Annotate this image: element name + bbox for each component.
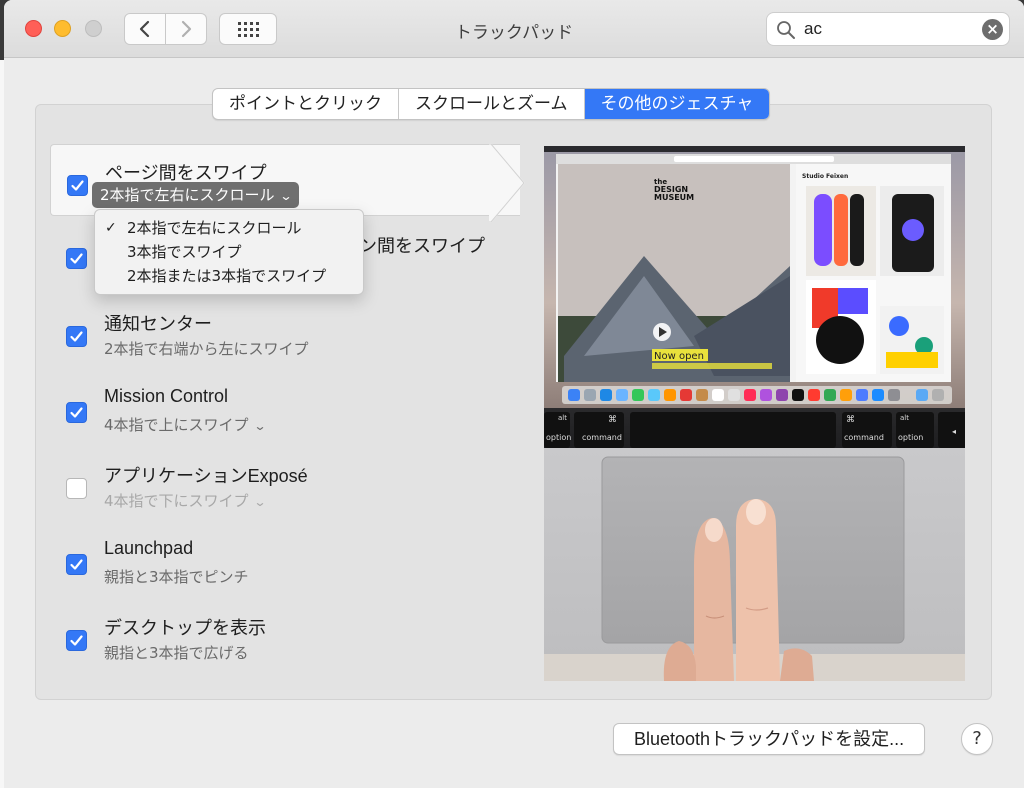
gesture-subtitle: 親指と3本指で広げる: [104, 644, 249, 662]
preview-illustration: Now open the DESIGN MUSEUM Studio Feixen: [544, 146, 965, 681]
checkbox-swipe-between-pages[interactable]: [67, 175, 88, 196]
checkbox-swipe-fullscreen-apps[interactable]: [66, 248, 87, 269]
checkmark-icon: [70, 407, 83, 418]
show-all-button[interactable]: [219, 13, 277, 45]
tab-scroll-and-zoom[interactable]: スクロールとズーム: [399, 89, 585, 119]
tab-bar: ポイントとクリック スクロールとズーム その他のジェスチャ: [212, 88, 771, 120]
checkbox-app-expose[interactable]: [66, 478, 87, 499]
gesture-title: Launchpad: [104, 538, 194, 558]
back-button[interactable]: [124, 13, 166, 45]
checkmark-icon: [71, 180, 84, 191]
search-icon: [777, 21, 795, 39]
key-alt-right: alt: [900, 414, 909, 422]
chevron-down-icon: ⌄: [279, 189, 293, 203]
gesture-row-notification-center[interactable]: 通知センター 2本指で右端から左にスワイプ: [50, 300, 520, 372]
preferences-window: トラックパッド ac × ポイントとクリック スクロールとズーム その他のジェス…: [4, 0, 1024, 788]
preview-banner: Now open: [654, 351, 704, 362]
minimize-button[interactable]: [54, 20, 71, 37]
gesture-subtitle: 親指と3本指でピンチ: [104, 568, 249, 586]
checkbox-notification-center[interactable]: [66, 326, 87, 347]
menu-item-two-or-three-finger-swipe[interactable]: 2本指または3本指でスワイプ: [95, 264, 363, 288]
gesture-title: 通知センター: [104, 314, 212, 334]
search-input[interactable]: ac: [804, 19, 822, 39]
key-command-right: command: [844, 433, 884, 442]
gesture-preview-video: Now open the DESIGN MUSEUM Studio Feixen: [544, 146, 965, 681]
gesture-title: Mission Control: [104, 386, 229, 406]
chevron-down-icon: ⌄: [253, 419, 267, 433]
gesture-subtitle: 4本指で上にスワイプ: [104, 416, 249, 434]
preview-panel-title: Studio Feixen: [802, 173, 848, 180]
gesture-row-launchpad[interactable]: Launchpad 親指と3本指でピンチ: [50, 528, 520, 600]
selection-pointer: [489, 143, 525, 223]
forward-button[interactable]: [165, 13, 207, 45]
key-cmd-symbol-right: ⌘: [846, 415, 855, 425]
menu-item-label: 2本指または3本指でスワイプ: [127, 267, 327, 285]
window-title: トラックパッド: [454, 23, 574, 43]
app-expose-popup: 4本指で下にスワイプ ⌄: [104, 490, 267, 511]
gesture-subtitle: 4本指で下にスワイプ: [104, 492, 249, 510]
key-command-left: command: [582, 433, 622, 442]
menu-item-label: 3本指でスワイプ: [127, 243, 242, 261]
tab-point-and-click[interactable]: ポイントとクリック: [213, 89, 399, 119]
gesture-title-fragment: ン間をスワイプ: [359, 236, 485, 257]
grid-icon: [237, 21, 259, 37]
checkmark-icon: ✓: [105, 220, 117, 236]
gesture-subtitle: 2本指で右端から左にスワイプ: [104, 340, 309, 358]
key-option-left: option: [546, 433, 571, 442]
close-button[interactable]: [25, 20, 42, 37]
chevron-down-icon: ⌄: [253, 495, 267, 509]
gesture-title: デスクトップを表示: [104, 618, 266, 638]
key-option-right: option: [898, 433, 923, 442]
key-cmd-symbol-left: ⌘: [608, 415, 617, 425]
title-bar: トラックパッド ac ×: [4, 0, 1024, 58]
chevron-right-icon: [181, 20, 192, 38]
menu-item-label: 2本指で左右にスクロール: [127, 219, 302, 237]
menu-item-two-finger-scroll[interactable]: ✓ 2本指で左右にスクロール: [95, 216, 363, 240]
chevron-left-icon: [139, 20, 150, 38]
gesture-row-app-expose[interactable]: アプリケーションExposé 4本指で下にスワイプ ⌄: [50, 452, 520, 524]
checkbox-launchpad[interactable]: [66, 554, 87, 575]
checkmark-icon: [70, 559, 83, 570]
search-field[interactable]: ac ×: [766, 12, 1010, 46]
mission-control-popup[interactable]: 4本指で上にスワイプ ⌄: [104, 414, 267, 435]
gesture-row-show-desktop[interactable]: デスクトップを表示 親指と3本指で広げる: [50, 604, 520, 676]
checkbox-show-desktop[interactable]: [66, 630, 87, 651]
checkbox-mission-control[interactable]: [66, 402, 87, 423]
checkmark-icon: [70, 635, 83, 646]
clear-search-icon[interactable]: ×: [982, 19, 1003, 40]
checkmark-icon: [70, 253, 83, 264]
key-alt-left: alt: [558, 414, 567, 422]
gesture-title: アプリケーションExposé: [104, 466, 308, 486]
menu-item-three-finger-swipe[interactable]: 3本指でスワイプ: [95, 240, 363, 264]
help-button[interactable]: ?: [961, 723, 993, 755]
zoom-button[interactable]: [85, 20, 102, 37]
setup-bluetooth-trackpad-button[interactable]: Bluetoothトラックパッドを設定...: [613, 723, 926, 755]
gesture-row-mission-control[interactable]: Mission Control 4本指で上にスワイプ ⌄: [50, 376, 520, 448]
key-arrow-left-icon: ◂: [952, 427, 956, 436]
popup-value: 2本指で左右にスクロール: [100, 186, 275, 204]
preview-brand-3: MUSEUM: [654, 193, 694, 202]
swipe-pages-menu: ✓ 2本指で左右にスクロール 3本指でスワイプ 2本指または3本指でスワイプ: [94, 209, 364, 295]
tab-more-gestures[interactable]: その他のジェスチャ: [584, 89, 770, 119]
checkmark-icon: [70, 331, 83, 342]
swipe-pages-popup-button[interactable]: 2本指で左右にスクロール ⌄: [92, 182, 299, 208]
